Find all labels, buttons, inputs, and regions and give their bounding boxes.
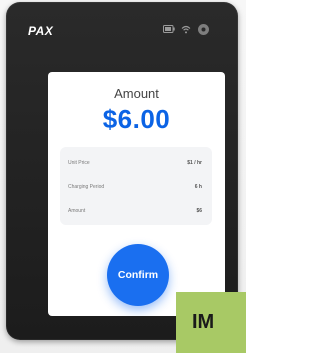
detail-row: Unit Price $1 / hr: [68, 157, 202, 169]
detail-row: Amount $6: [68, 205, 202, 217]
brand-logo: PAX: [28, 24, 54, 38]
payment-screen: Amount $6.00 Unit Price $1 / hr Charging…: [48, 72, 225, 316]
corner-badge: IM: [176, 292, 246, 353]
payment-details-card: Unit Price $1 / hr Charging Period 6 h A…: [60, 147, 212, 225]
detail-label: Unit Price: [68, 160, 90, 166]
wifi-icon: [181, 25, 191, 33]
battery-icon: [163, 25, 175, 33]
detail-value: $6: [196, 208, 202, 214]
amount-value: $6.00: [102, 104, 171, 134]
status-bar: [163, 20, 210, 38]
detail-value: $1 / hr: [187, 160, 202, 166]
pos-terminal: PAX Amount $6.00 Unit Price $1 / hr Char…: [6, 2, 238, 340]
settings-icon[interactable]: [197, 23, 210, 36]
confirm-button[interactable]: Confirm: [107, 244, 169, 306]
detail-row: Charging Period 6 h: [68, 181, 202, 193]
detail-value: 6 h: [194, 184, 202, 190]
amount-label: Amount: [114, 86, 159, 101]
detail-label: Charging Period: [68, 184, 105, 190]
stage: PAX Amount $6.00 Unit Price $1 / hr Char…: [0, 0, 246, 353]
detail-label: Amount: [68, 208, 86, 214]
